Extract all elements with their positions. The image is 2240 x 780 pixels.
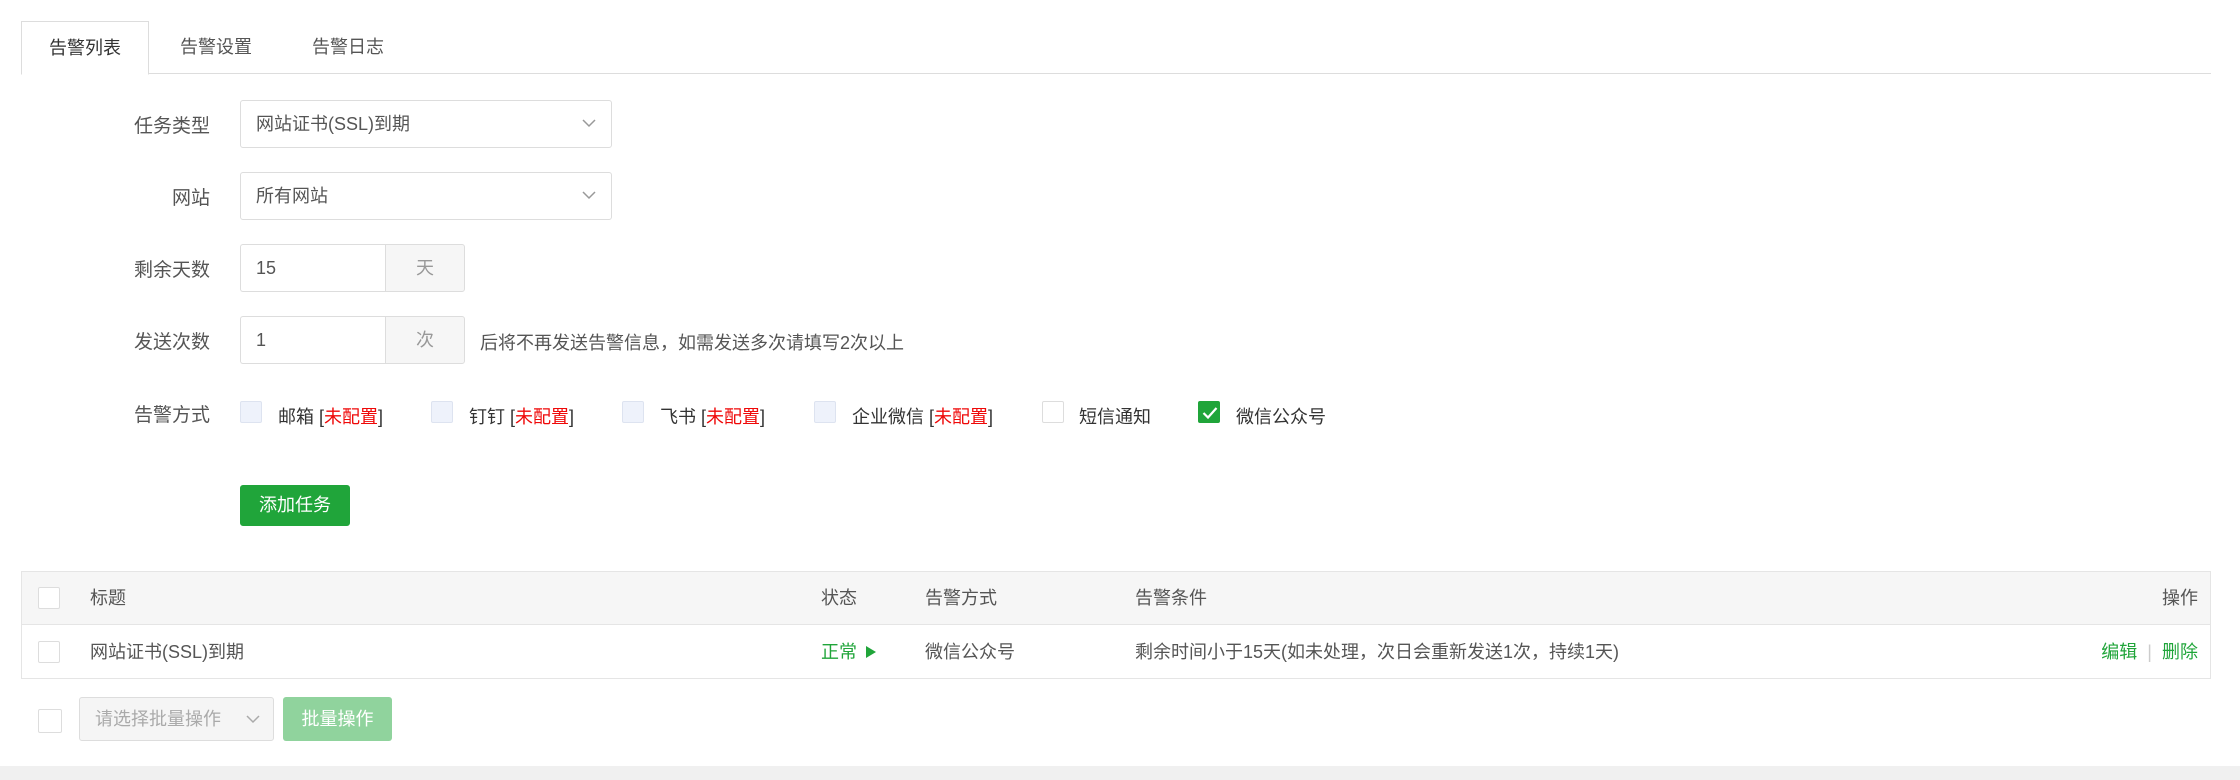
send-count-hint: 后将不再发送告警信息，如需发送多次请填写2次以上 (480, 333, 905, 353)
days-left-label: 剩余天数 (133, 260, 210, 281)
dingtalk-method-label: 钉钉 [未配置] (469, 407, 575, 427)
task-type-value: 网站证书(SSL)到期 (256, 114, 411, 134)
play-icon (866, 646, 877, 658)
alert-table: 标题 状态 告警方式 告警条件 操作 网站证书(SSL)到期 正常 微信公众号 … (21, 571, 2211, 679)
batch-select-all-checkbox[interactable] (38, 709, 62, 733)
sms-method-label: 短信通知 (1079, 407, 1151, 427)
site-label: 网站 (171, 188, 210, 209)
header-title: 标题 (90, 588, 126, 608)
batch-operation-button[interactable]: 批量操作 (283, 697, 392, 741)
task-type-select[interactable]: 网站证书(SSL)到期 (240, 100, 612, 148)
wechat-mp-checkbox[interactable] (1198, 401, 1220, 423)
tab-alert-list[interactable]: 告警列表 (21, 21, 149, 75)
days-left-input[interactable]: 15 (240, 244, 386, 292)
site-select[interactable]: 所有网站 (240, 172, 612, 220)
action-separator: | (2142, 642, 2157, 662)
chevron-down-icon (246, 715, 260, 724)
wecom-checkbox[interactable] (814, 401, 836, 423)
tab-alert-settings[interactable]: 告警设置 (151, 21, 281, 74)
header-status: 状态 (821, 588, 857, 608)
header-method: 告警方式 (925, 588, 997, 608)
table-header: 标题 状态 告警方式 告警条件 操作 (22, 572, 2210, 625)
methods-label: 告警方式 (133, 405, 210, 426)
email-method-label: 邮箱 [未配置] (278, 407, 384, 427)
feishu-checkbox[interactable] (622, 401, 644, 423)
select-all-checkbox[interactable] (38, 587, 60, 609)
header-condition: 告警条件 (1135, 588, 1207, 608)
wechat-mp-method-label: 微信公众号 (1236, 407, 1326, 427)
row-checkbox[interactable] (38, 641, 60, 663)
email-checkbox[interactable] (240, 401, 262, 423)
count-unit: 次 (385, 316, 465, 364)
check-icon (1202, 407, 1218, 420)
row-title: 网站证书(SSL)到期 (90, 642, 245, 662)
row-method: 微信公众号 (925, 642, 1015, 662)
chevron-down-icon (582, 191, 596, 200)
batch-operation-select[interactable]: 请选择批量操作 (79, 697, 274, 741)
chevron-down-icon (582, 119, 596, 128)
delete-link[interactable]: 删除 (2162, 642, 2198, 662)
dingtalk-checkbox[interactable] (431, 401, 453, 423)
row-status[interactable]: 正常 (821, 626, 877, 679)
add-task-button[interactable]: 添加任务 (240, 485, 350, 526)
send-count-input[interactable]: 1 (240, 316, 386, 364)
tab-bar: 告警列表 告警设置 告警日志 (21, 21, 2211, 75)
site-value: 所有网站 (256, 186, 328, 206)
days-unit: 天 (385, 244, 465, 292)
row-condition: 剩余时间小于15天(如未处理，次日会重新发送1次，持续1天) (1135, 642, 1620, 662)
feishu-method-label: 飞书 [未配置] (660, 407, 766, 427)
row-actions: 编辑 | 删除 (2101, 626, 2198, 679)
table-row: 网站证书(SSL)到期 正常 微信公众号 剩余时间小于15天(如未处理，次日会重… (22, 626, 2210, 679)
sms-checkbox[interactable] (1042, 401, 1064, 423)
batch-placeholder: 请选择批量操作 (95, 709, 221, 729)
alert-panel: 告警列表 告警设置 告警日志 任务类型 网站证书(SSL)到期 网站 所有网站 … (0, 0, 2240, 766)
task-type-label: 任务类型 (133, 116, 210, 137)
tab-alert-log[interactable]: 告警日志 (283, 21, 413, 74)
edit-link[interactable]: 编辑 (2101, 642, 2137, 662)
wecom-method-label: 企业微信 [未配置] (852, 407, 994, 427)
header-action: 操作 (2162, 588, 2198, 608)
send-count-label: 发送次数 (133, 332, 210, 353)
